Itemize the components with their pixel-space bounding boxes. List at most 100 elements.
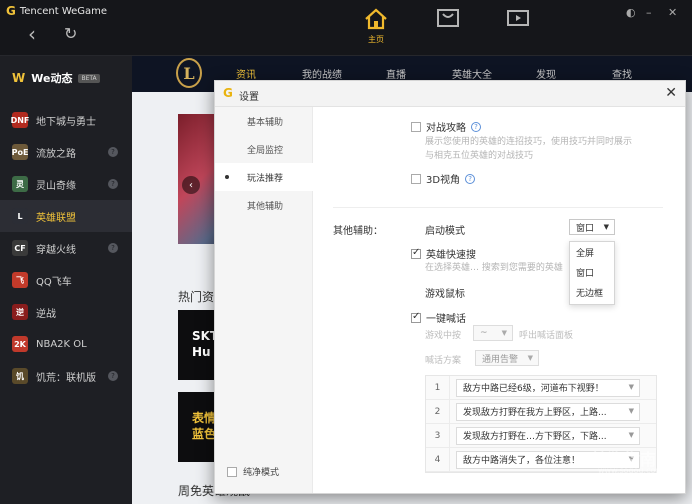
combo-strategy-checkbox[interactable] bbox=[411, 121, 421, 132]
one-key-shout-checkbox[interactable] bbox=[411, 311, 421, 323]
shout-scheme-label: 喊话方案 bbox=[425, 356, 462, 366]
one-key-shout-label: 一键喊话 bbox=[426, 314, 466, 325]
chevron-down-icon: ▼ bbox=[603, 223, 609, 231]
launch-option-fullscreen[interactable]: 全屏 bbox=[570, 242, 614, 262]
close-dialog-icon[interactable]: ✕ bbox=[665, 85, 677, 101]
shout-message-text: 发现敌方打野在…方下野区，下路... bbox=[463, 432, 607, 442]
sidebar-game-item[interactable]: 2K NBA2K OL bbox=[0, 328, 132, 360]
tab-heroes[interactable]: 英雄大全 bbox=[452, 66, 492, 81]
home-icon bbox=[365, 8, 387, 30]
help-icon[interactable]: ? bbox=[108, 147, 118, 157]
game-logo-icon: CF bbox=[12, 240, 28, 256]
shout-hotkey-value: ~ bbox=[480, 328, 488, 338]
shout-message-select[interactable]: 发现敌方打野在…方下野区，下路... ▼ bbox=[456, 426, 640, 445]
help-icon[interactable]: ? bbox=[108, 243, 118, 253]
game-logo-icon: PoE bbox=[12, 144, 28, 160]
tab-live[interactable]: 直播 bbox=[386, 66, 406, 81]
store-nav-button[interactable] bbox=[428, 8, 468, 52]
game-name: 逆战 bbox=[36, 308, 56, 320]
video-nav-button[interactable] bbox=[498, 8, 538, 52]
refresh-icon[interactable]: ↻ bbox=[64, 24, 77, 43]
banner-prev-icon[interactable]: ‹ bbox=[182, 176, 200, 194]
sidebar-game-item[interactable]: 灵灵山奇缘? bbox=[0, 168, 132, 200]
settings-tab-basic[interactable]: 基本辅助 bbox=[215, 107, 313, 135]
tab-my-record[interactable]: 我的战绩 bbox=[302, 66, 342, 81]
pure-mode-toggle[interactable]: 纯净模式 bbox=[227, 465, 279, 478]
combo-strategy-desc-2: 与相克五位英雄的对战技巧 bbox=[425, 151, 534, 161]
pure-mode-checkbox[interactable] bbox=[227, 466, 237, 477]
game-name: 地下城与勇士 bbox=[36, 116, 96, 128]
shout-message-text: 敌方中路消失了，各位注意！ bbox=[463, 456, 581, 466]
launch-mode-select[interactable]: 窗口 ▼ bbox=[569, 219, 615, 235]
launch-mode-label: 启动模式 bbox=[425, 226, 465, 237]
chevron-down-icon: ▼ bbox=[501, 329, 507, 337]
launch-option-window[interactable]: 窗口 bbox=[570, 262, 614, 282]
game-name: 灵山奇缘 bbox=[36, 180, 76, 192]
shout-message-row: 3 发现敌方打野在…方下野区，下路... ▼ bbox=[426, 423, 656, 448]
sidebar-game-item[interactable]: 饥饥荒：联机版? bbox=[0, 360, 132, 392]
quick-search-desc: 在选择英雄… 搜索到您需要的英雄 bbox=[425, 263, 563, 273]
shout-message-select[interactable]: 敌方中路已经6级，河道布下视野！ ▼ bbox=[456, 378, 640, 397]
sidebar-game-item[interactable]: 飞 QQ飞车 bbox=[0, 264, 132, 296]
beta-badge: BETA bbox=[78, 73, 100, 83]
game-logo-icon: 饥 bbox=[12, 368, 28, 384]
help-icon[interactable]: ? bbox=[465, 173, 476, 184]
settings-dialog: G 设置 ✕ 基本辅助 全局监控 玩法推荐 其他辅助 纯净模式 对战攻略 ? 展… bbox=[214, 80, 686, 494]
view-3d-checkbox[interactable] bbox=[411, 173, 421, 184]
we-dynamic-header[interactable]: W We动态 BETA bbox=[0, 56, 132, 100]
skin-icon[interactable]: ◐ bbox=[626, 6, 636, 19]
view-3d-label: 3D视角 bbox=[426, 175, 461, 186]
sidebar-game-item[interactable]: PoE 流放之路? bbox=[0, 136, 132, 168]
news-card-1[interactable]: SKT Hu bbox=[178, 310, 218, 380]
tab-discover[interactable]: 发现 bbox=[536, 66, 556, 81]
combo-strategy-desc-1: 展示您使用的英雄的连招技巧，使用技巧并同时展示 bbox=[425, 137, 633, 147]
shout-scheme-select[interactable]: 通用告警 ▼ bbox=[475, 350, 539, 366]
minimize-icon[interactable]: – bbox=[646, 6, 652, 19]
top-bar: G Tencent WeGame ‹ ↻ 主页 ◐ – ✕ bbox=[0, 0, 692, 56]
shout-message-text: 发现敌方打野在我方上野区，上路... bbox=[463, 408, 607, 418]
quick-search-checkbox[interactable] bbox=[411, 247, 421, 259]
settings-tab-gameplay-recommend[interactable]: 玩法推荐 bbox=[215, 163, 313, 191]
settings-tab-global-monitor[interactable]: 全局监控 bbox=[215, 135, 313, 163]
back-icon[interactable]: ‹ bbox=[28, 22, 36, 46]
game-logo-icon: L bbox=[12, 208, 28, 224]
sidebar-game-item[interactable]: CF 穿越火线? bbox=[0, 232, 132, 264]
settings-tab-other[interactable]: 其他辅助 bbox=[215, 191, 313, 219]
sidebar-game-item[interactable]: 逆逆战 bbox=[0, 296, 132, 328]
sidebar-game-item[interactable]: DNF 地下城与勇士 bbox=[0, 104, 132, 136]
shout-message-number: 3 bbox=[426, 423, 450, 448]
launch-option-borderless[interactable]: 无边框 bbox=[570, 282, 614, 302]
close-window-icon[interactable]: ✕ bbox=[668, 6, 677, 19]
sidebar-game-item[interactable]: L 英雄联盟 bbox=[0, 200, 132, 232]
other-assist-label: 其他辅助： bbox=[333, 226, 383, 237]
help-icon[interactable]: ? bbox=[108, 179, 118, 189]
divider bbox=[333, 207, 663, 208]
home-nav-button[interactable]: 主页 bbox=[356, 8, 396, 52]
one-key-shout-row: 一键喊话 bbox=[411, 310, 466, 325]
shout-scheme-value: 通用告警 bbox=[482, 354, 519, 365]
we-dynamic-title: We动态 bbox=[31, 72, 73, 85]
shout-message-select[interactable]: 发现敌方打野在我方上野区，上路... ▼ bbox=[456, 402, 640, 421]
game-name: QQ飞车 bbox=[36, 276, 72, 288]
shout-hotkey-select[interactable]: ~ ▼ bbox=[473, 325, 513, 341]
shout-message-text: 敌方中路已经6级，河道布下视野！ bbox=[463, 384, 604, 394]
help-icon[interactable]: ? bbox=[108, 371, 118, 381]
combo-strategy-label: 对战攻略 bbox=[426, 123, 466, 134]
lol-logo-icon: L bbox=[176, 58, 202, 88]
settings-dialog-header: G 设置 ✕ bbox=[215, 81, 685, 107]
chevron-down-icon: ▼ bbox=[527, 354, 533, 362]
wegame-small-logo-icon: G bbox=[223, 86, 233, 100]
settings-sidebar: 基本辅助 全局监控 玩法推荐 其他辅助 纯净模式 bbox=[215, 107, 313, 493]
view-3d-row: 3D视角 ? bbox=[411, 171, 476, 186]
shout-message-number: 4 bbox=[426, 447, 450, 472]
quick-search-row: 英雄快速搜 bbox=[411, 246, 476, 261]
video-icon bbox=[507, 10, 529, 26]
game-logo-icon: 飞 bbox=[12, 272, 28, 288]
help-icon[interactable]: ? bbox=[471, 121, 481, 132]
tab-search[interactable]: 查找 bbox=[612, 66, 632, 81]
tab-news[interactable]: 资讯 bbox=[236, 66, 256, 81]
store-icon bbox=[437, 9, 459, 27]
launch-mode-dropdown: 全屏 窗口 无边框 bbox=[569, 241, 615, 305]
shout-message-row: 1 敌方中路已经6级，河道布下视野！ ▼ bbox=[426, 375, 656, 400]
news-card-2[interactable]: 表情 蓝色 bbox=[178, 392, 218, 462]
